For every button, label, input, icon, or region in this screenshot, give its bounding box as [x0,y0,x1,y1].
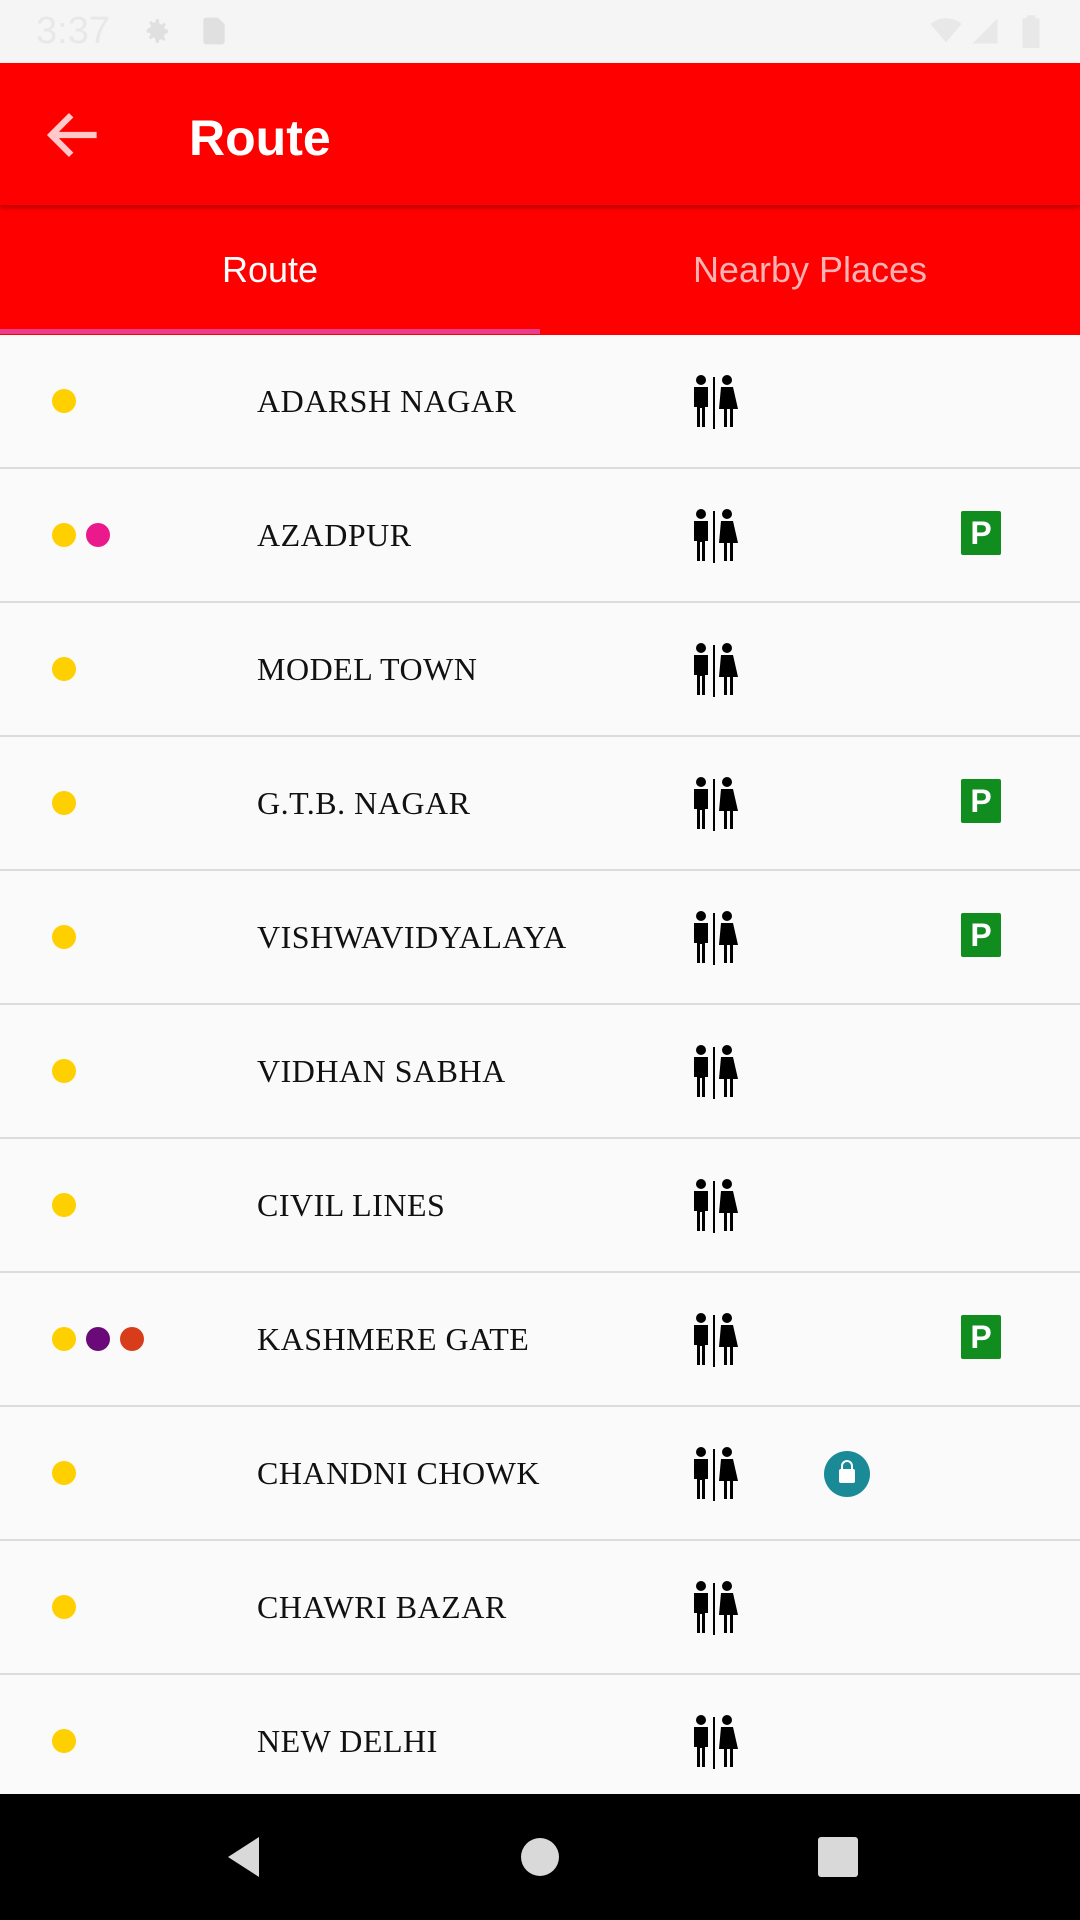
tab-nearby-places[interactable]: Nearby Places [540,205,1080,335]
back-triangle-icon[interactable] [180,1794,300,1920]
line-dots [52,1005,86,1137]
line-dot [52,1193,76,1217]
battery-icon [1022,15,1040,48]
tab-route[interactable]: Route [0,205,540,335]
station-name: CHAWRI BAZAR [257,1589,507,1625]
line-dot [86,1327,110,1351]
line-dot [52,925,76,949]
station-name: KASHMERE GATE [257,1321,530,1357]
line-dots [52,1675,86,1794]
station-row[interactable]: CHAWRI BAZAR [0,1541,1080,1675]
line-dot [52,1729,76,1753]
line-dots [52,1541,86,1673]
station-row[interactable]: AZADPUR P [0,469,1080,603]
tab-bar: Route Nearby Places [0,205,1080,335]
station-row[interactable]: MODEL TOWN [0,603,1080,737]
station-name: VISHWAVIDYALAYA [257,919,567,955]
station-row[interactable]: VIDHAN SABHA [0,1005,1080,1139]
station-row[interactable]: CIVIL LINES [0,1139,1080,1273]
wifi-icon [930,18,962,43]
station-row[interactable]: ADARSH NAGAR [0,335,1080,469]
station-row[interactable]: CHANDNI CHOWK [0,1407,1080,1541]
station-name: ADARSH NAGAR [257,383,517,419]
line-dots [52,871,86,1003]
toilet-icon [688,643,740,697]
home-circle-icon[interactable] [480,1794,600,1920]
station-name: AZADPUR [257,517,412,553]
line-dot [52,1595,76,1619]
status-bar: 3:37 [0,0,1080,63]
station-row[interactable]: NEW DELHI [0,1675,1080,1794]
tab-indicator [0,329,540,334]
line-dots [52,737,86,869]
toilet-icon [688,1581,740,1635]
line-dots [52,603,86,735]
station-name: VIDHAN SABHA [257,1053,506,1089]
station-row[interactable]: G.T.B. NAGAR P [0,737,1080,871]
app-bar: Route [0,63,1080,205]
arrow-left-icon[interactable] [40,101,108,169]
toilet-icon [688,911,740,965]
station-name: MODEL TOWN [257,651,478,687]
line-dots [52,1139,86,1271]
navigation-bar [0,1794,1080,1920]
toilet-icon [688,1045,740,1099]
sd-card-icon [203,17,225,45]
line-dot [52,1461,76,1485]
line-dot [52,1059,76,1083]
line-dot [52,389,76,413]
station-name: CHANDNI CHOWK [257,1455,540,1491]
line-dots [52,469,120,601]
line-dots [52,1407,86,1539]
line-dot [120,1327,144,1351]
parking-icon: P [961,1315,1001,1359]
page-title: Route [189,110,331,166]
line-dots [52,335,86,467]
station-name: NEW DELHI [257,1723,438,1759]
toilet-icon [688,777,740,831]
toilet-icon [688,1313,740,1367]
line-dot [86,523,110,547]
toilet-icon [688,509,740,563]
recents-square-icon[interactable] [778,1794,898,1920]
shopping-bag-icon [824,1451,870,1497]
toilet-icon [688,1179,740,1233]
settings-icon [146,19,168,43]
station-row[interactable]: KASHMERE GATE P [0,1273,1080,1407]
line-dot [52,657,76,681]
toilet-icon [688,375,740,429]
toilet-icon [688,1715,740,1769]
station-name: G.T.B. NAGAR [257,785,471,821]
station-list[interactable]: ADARSH NAGAR AZADPUR P MODEL TOWN G.T.B. NAG… [0,335,1080,1794]
line-dot [52,523,76,547]
line-dot [52,1327,76,1351]
parking-icon: P [961,511,1001,555]
line-dot [52,791,76,815]
parking-icon: P [961,779,1001,823]
station-name: CIVIL LINES [257,1187,446,1223]
signal-icon [972,18,998,44]
toilet-icon [688,1447,740,1501]
station-row[interactable]: VISHWAVIDYALAYA P [0,871,1080,1005]
parking-icon: P [961,913,1001,957]
status-time: 3:37 [36,10,110,52]
line-dots [52,1273,154,1405]
